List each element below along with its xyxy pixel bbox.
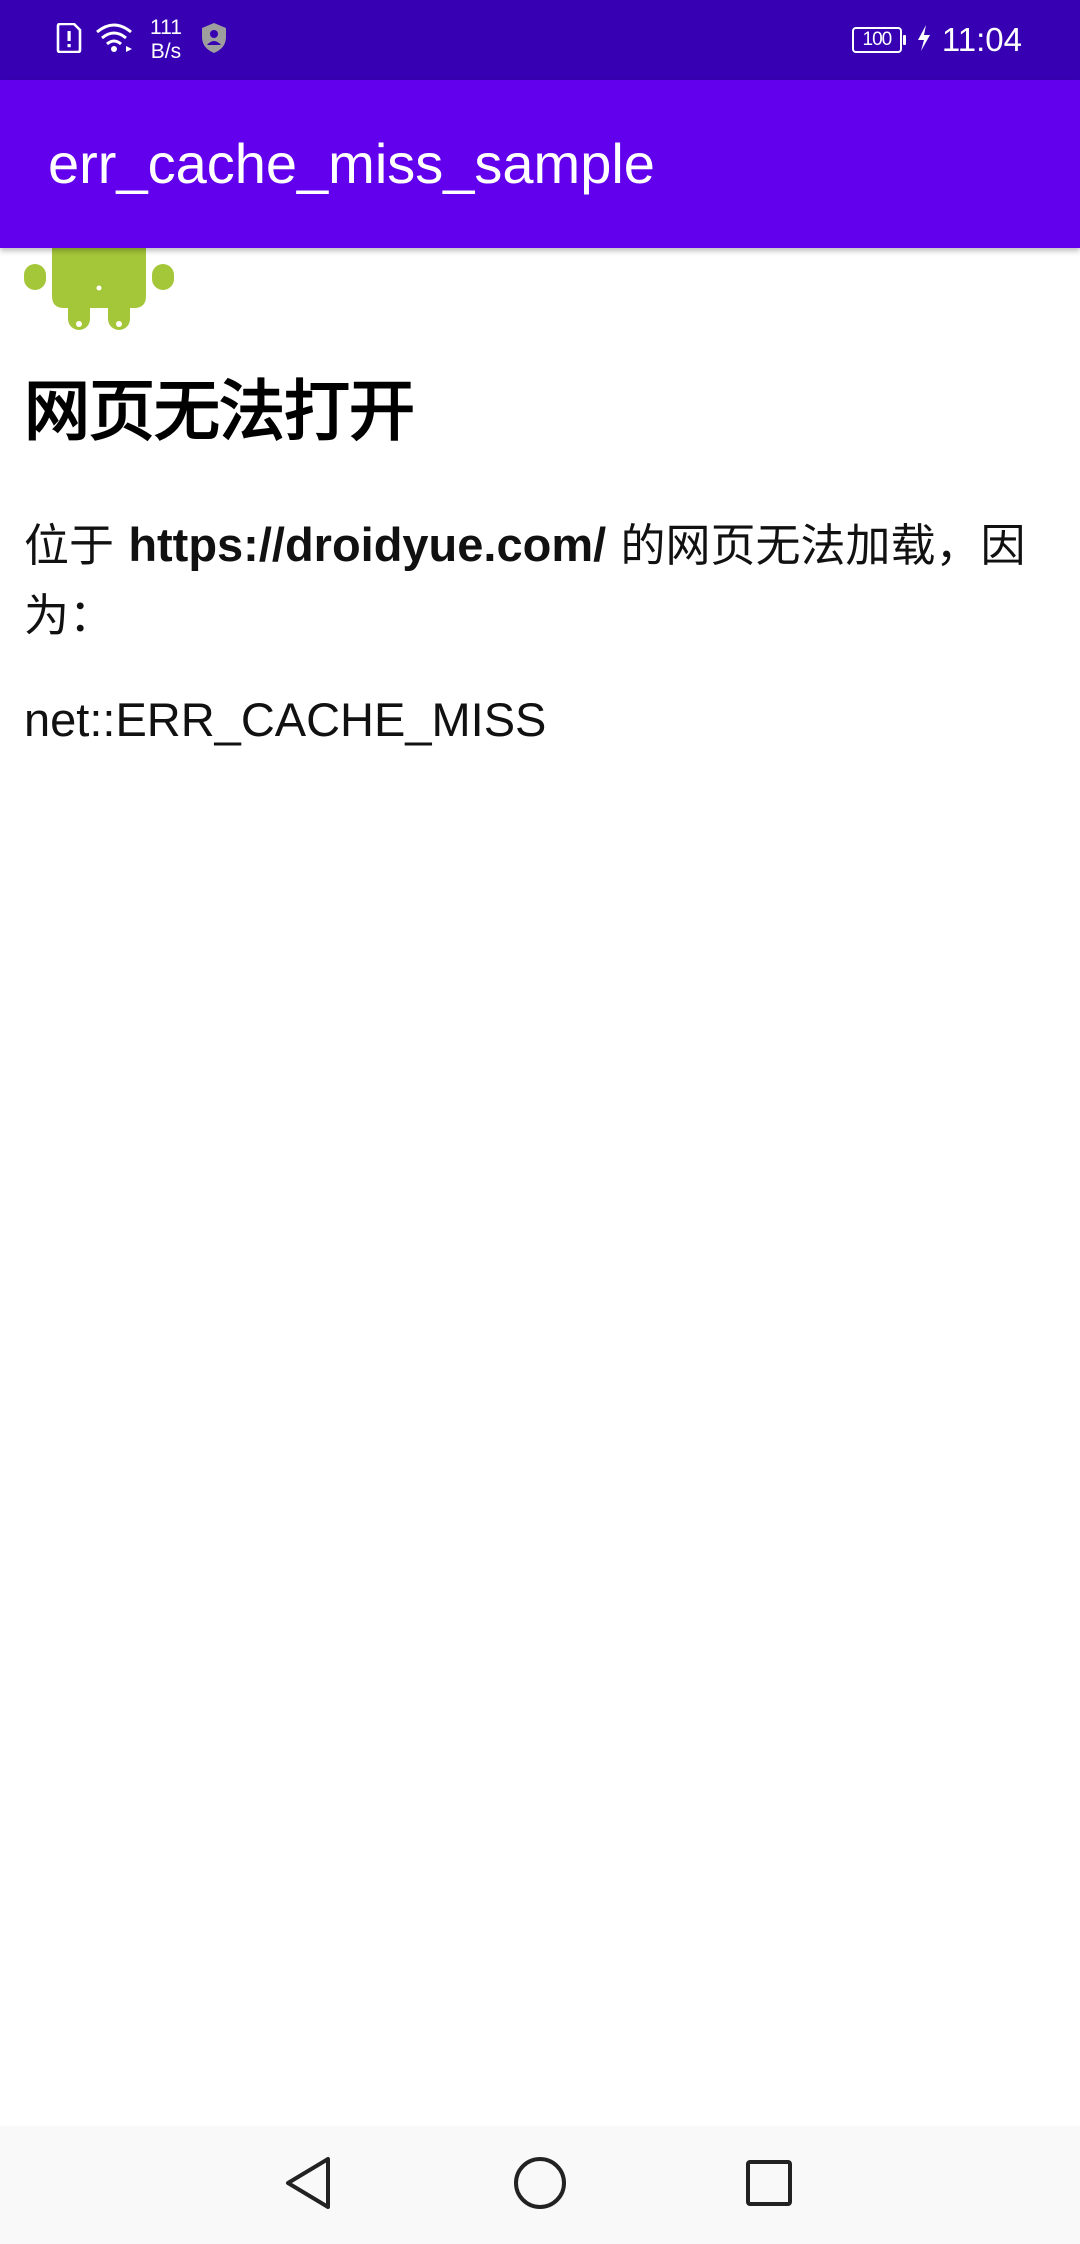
app-title: err_cache_miss_sample xyxy=(48,132,655,195)
nav-home-button[interactable] xyxy=(481,2126,599,2244)
home-icon xyxy=(512,2155,568,2215)
app-bar: err_cache_miss_sample xyxy=(0,80,1080,248)
recents-icon xyxy=(744,2158,794,2212)
back-icon xyxy=(283,2156,335,2214)
error-title: 网页无法打开 xyxy=(24,373,415,450)
shield-icon xyxy=(200,22,228,58)
error-url: https://droidyue.com/ xyxy=(128,518,607,571)
nav-recents-button[interactable] xyxy=(710,2126,828,2244)
nav-back-button[interactable] xyxy=(250,2126,368,2244)
charging-icon xyxy=(916,24,932,56)
battery-level: 100 xyxy=(862,29,893,50)
clock: 11:04 xyxy=(941,21,1022,58)
status-bar-right: 100 11:04 xyxy=(851,0,1022,80)
wifi-icon xyxy=(94,22,134,58)
android-robot-icon xyxy=(24,248,174,334)
battery-icon: 100 xyxy=(851,27,906,53)
network-speed-value: 111 xyxy=(150,16,182,39)
status-bar-left: 111 B/s xyxy=(56,0,228,80)
network-speed: 111 B/s xyxy=(150,16,182,64)
navigation-bar xyxy=(0,2126,1080,2244)
status-bar: 111 B/s 100 11:04 xyxy=(0,0,1080,80)
alert-sim-icon xyxy=(56,22,82,57)
error-description: 位于 https://droidyue.com/ 的网页无法加载，因为： xyxy=(24,510,1054,651)
error-desc-prefix: 位于 xyxy=(24,519,129,572)
webview[interactable]: 网页无法打开 位于 https://droidyue.com/ 的网页无法加载，… xyxy=(0,248,1080,2126)
error-code: net::ERR_CACHE_MISS xyxy=(24,693,547,746)
network-speed-unit: B/s xyxy=(150,40,182,63)
